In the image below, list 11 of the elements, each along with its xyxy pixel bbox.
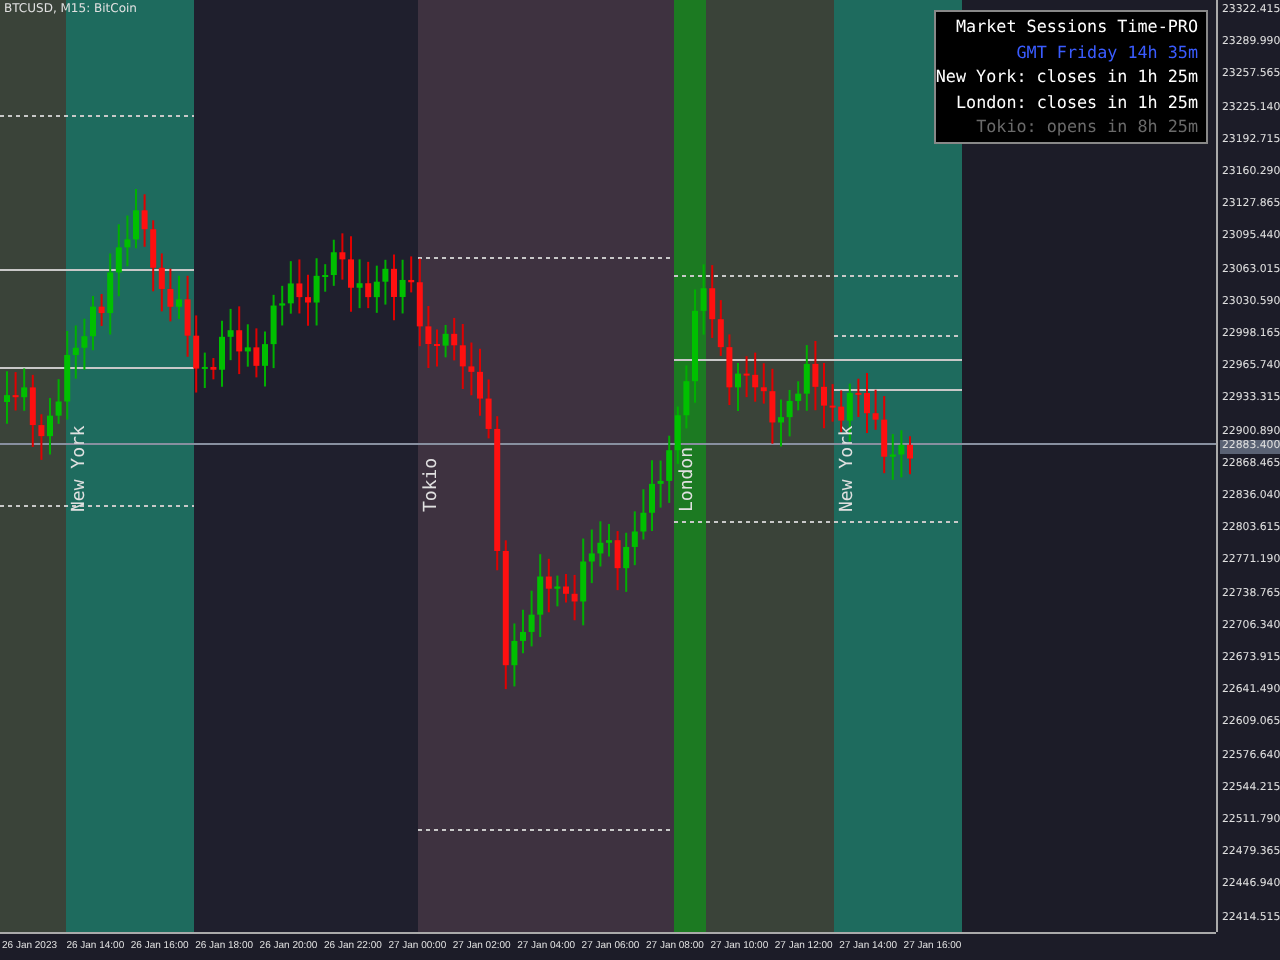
session-level-line: [833, 389, 963, 391]
session-status: Tokio: opens in 8h 25m: [976, 116, 1198, 139]
panel-title: Market Sessions Time-PRO: [955, 16, 1198, 39]
session-label: New York: [838, 425, 860, 512]
session-level-line: [833, 335, 963, 337]
session-status: GMT Friday 14h 35m: [1016, 41, 1198, 64]
session-label: Tokio: [422, 457, 444, 512]
session-label: London: [678, 446, 700, 512]
session-status: London: closes in 1h 25m: [955, 91, 1198, 114]
session-label: New York: [70, 425, 92, 512]
session-status: New York: closes in 1h 25m: [935, 66, 1198, 89]
